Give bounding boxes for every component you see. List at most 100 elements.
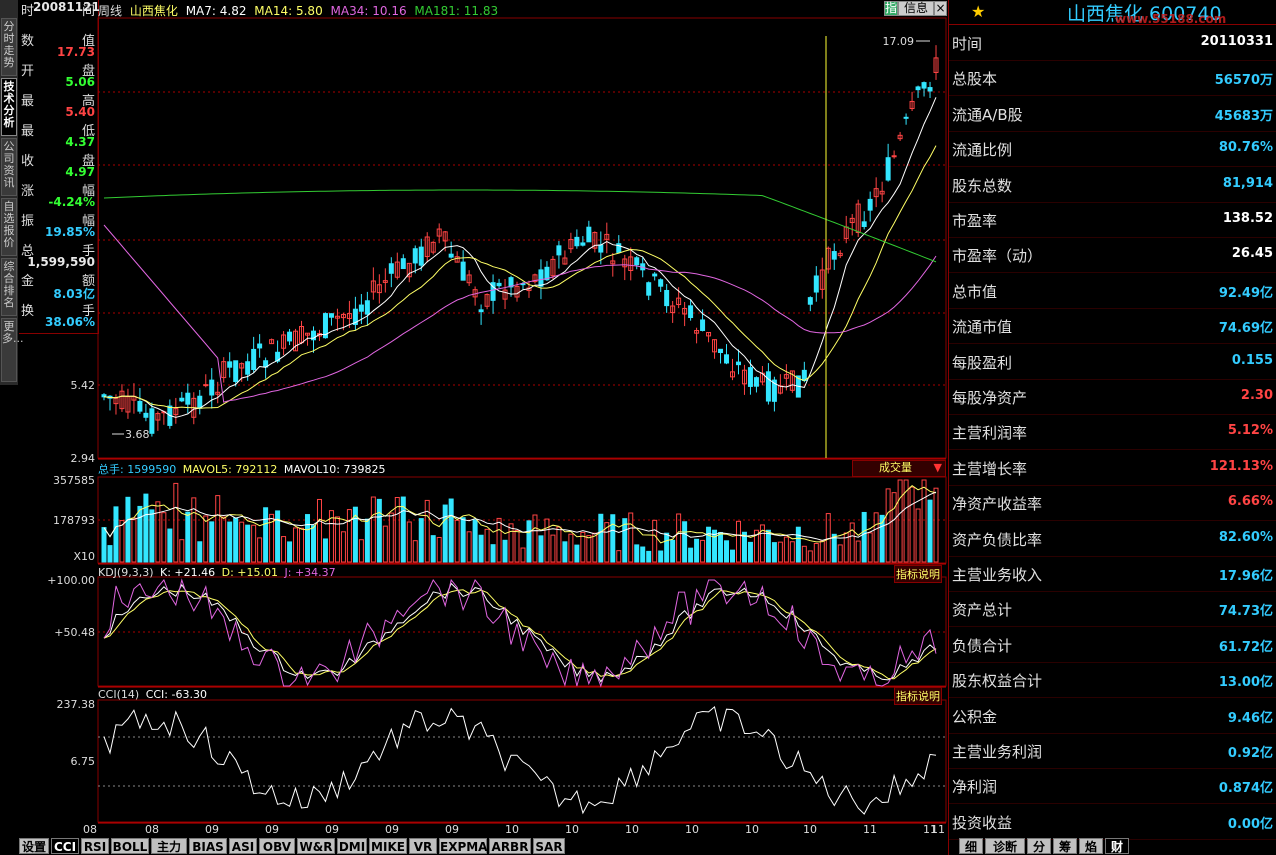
volume-bar [807, 550, 813, 563]
finance-tab[interactable]: 诊断 [985, 838, 1025, 854]
indicator-tab[interactable]: EXPMA [439, 838, 487, 854]
finance-label: 主营业务利润 [952, 743, 1043, 761]
volume-bar [765, 529, 771, 563]
volume-bar [490, 544, 496, 563]
indicator-tab[interactable]: SAR [533, 838, 565, 854]
candle-body [245, 361, 251, 375]
volume-bar [544, 518, 550, 563]
candle-body [149, 408, 155, 434]
volume-bar [442, 504, 448, 563]
volume-bar [616, 550, 622, 563]
finance-value: 0.92亿 [1227, 746, 1273, 761]
price-axis-label: 5.42 [71, 379, 96, 392]
finance-label: 资产总计 [952, 601, 1013, 620]
candle-body [364, 300, 370, 315]
finance-value: 9.46亿 [1227, 710, 1273, 726]
candle-body [903, 116, 909, 119]
volume-bar [747, 541, 753, 563]
finance-value: 80.76% [1218, 140, 1273, 156]
indicator-tab[interactable]: MIKE [369, 838, 407, 854]
star-icon[interactable]: ★ [971, 2, 985, 21]
volume-bar [598, 513, 604, 563]
indicator-tab[interactable]: ASI [229, 838, 257, 854]
indicator-tab[interactable]: OBV [259, 838, 295, 854]
finance-row: 流通市值 74.69亿 [949, 308, 1276, 345]
watermark: www.55188.com [1115, 12, 1227, 26]
volume-bar [646, 550, 652, 563]
volume-bar [777, 541, 783, 563]
volume-bar [275, 510, 281, 563]
indicator-tab[interactable]: 主力 [151, 838, 187, 854]
indicator-tab[interactable]: BOLL [111, 838, 149, 854]
volume-bar [783, 536, 789, 563]
kdj-help-button[interactable]: 指标说明 [894, 565, 942, 583]
finance-value: 26.45 [1231, 246, 1273, 262]
finance-value: 82.60% [1218, 529, 1273, 545]
finance-tab[interactable]: 分 [1027, 838, 1051, 854]
volume-bar [179, 539, 185, 563]
volume-bar [825, 513, 831, 563]
finance-label: 流通比例 [952, 141, 1013, 160]
indicator-tab[interactable]: DMI [337, 838, 367, 854]
cci-help-button[interactable]: 指标说明 [894, 687, 942, 705]
volume-bar [340, 531, 346, 563]
candle-body [328, 313, 334, 318]
indicator-tab[interactable]: ARBR [489, 838, 531, 854]
volume-bar [215, 495, 221, 563]
finance-value: 20110331 [1200, 34, 1273, 49]
finance-value: 61.72亿 [1218, 639, 1273, 655]
volume-bar [263, 507, 269, 563]
volume-bar [574, 544, 580, 563]
finance-row: 流通A/B股 45683万 [949, 96, 1276, 132]
cci-name: CCI(14) [98, 688, 140, 701]
finance-row: 净利润 0.874亿 [949, 768, 1276, 805]
finance-row: 主营业务利润 0.92亿 [949, 733, 1276, 769]
finance-row: 总股本 56570万 [949, 60, 1276, 97]
volume-bar [299, 527, 305, 563]
volume-bar [143, 493, 149, 563]
volume-bar [322, 538, 328, 563]
finance-tab[interactable]: 细 [959, 838, 983, 854]
volume-bar [185, 511, 191, 563]
volume-bar [658, 550, 664, 563]
indicator-tab[interactable]: BIAS [189, 838, 227, 854]
high-price-label: 17.09 [883, 35, 915, 48]
candle-body [658, 279, 664, 287]
finance-label: 总股本 [952, 70, 998, 89]
candle-body [388, 263, 394, 274]
volume-multiplier-label: X10 [73, 550, 95, 563]
candle-body [143, 412, 149, 418]
finance-tab[interactable]: 焰 [1079, 838, 1103, 854]
indicator-tab[interactable]: VR [409, 838, 437, 854]
finance-row: 负债合计 61.72亿 [949, 627, 1276, 663]
indicator-tab[interactable]: 设置 [19, 838, 49, 854]
volume-bar [556, 526, 562, 563]
finance-label: 每股净资产 [952, 389, 1028, 407]
volume-bar [538, 535, 544, 563]
finance-value: 81,914 [1222, 175, 1273, 191]
volume-bar [418, 518, 424, 563]
candle-body [586, 226, 592, 243]
finance-value: 74.73亿 [1218, 604, 1273, 620]
candle-body [287, 331, 293, 342]
cci-value: CCI: -63.30 [145, 688, 207, 701]
x-axis-label: 08 [83, 823, 97, 836]
indicator-tab[interactable]: W&R [297, 838, 335, 854]
volume-legend: 总手: 1599590 MAVOL5: 792112 MAVOL10: 7398… [98, 461, 385, 477]
volume-bar [550, 534, 556, 563]
candle-body [747, 367, 753, 387]
candle-body [700, 319, 706, 331]
volume-bar [358, 539, 364, 563]
volume-bar [149, 509, 155, 563]
indicator-tab[interactable]: CCI [51, 838, 79, 854]
volume-bar [813, 542, 819, 563]
candle-body [233, 360, 239, 382]
finance-label: 负债合计 [952, 636, 1013, 655]
indicator-selector[interactable]: 成交量 ▼ [852, 460, 946, 477]
finance-tab[interactable]: 财 [1105, 838, 1129, 854]
indicator-tab[interactable]: RSI [81, 838, 109, 854]
finance-label: 流通A/B股 [952, 105, 1023, 124]
finance-value: 13.00亿 [1218, 675, 1273, 691]
finance-tab[interactable]: 筹 [1053, 838, 1077, 854]
mavol5-legend: MAVOL5: 792112 [182, 463, 278, 476]
